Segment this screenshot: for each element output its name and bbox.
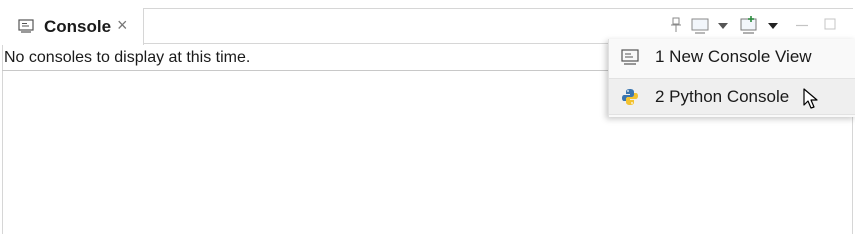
mouse-cursor-icon xyxy=(803,88,818,109)
close-icon[interactable]: × xyxy=(117,16,128,34)
tab-console[interactable]: Console × xyxy=(2,8,144,45)
maximize-icon[interactable] xyxy=(824,18,836,30)
menu-item-label: 1 New Console View xyxy=(655,47,812,66)
tab-label: Console xyxy=(44,17,112,36)
python-icon xyxy=(622,89,638,105)
pin-icon[interactable] xyxy=(670,17,682,33)
display-console-icon[interactable] xyxy=(691,18,709,34)
console-icon xyxy=(18,19,34,33)
dropdown-arrow-icon[interactable] xyxy=(718,23,728,30)
menu-item-label: 2 Python Console xyxy=(655,87,790,106)
console-view: Console × No consoles to display at this… xyxy=(0,0,855,234)
menu-item-new-console-view[interactable]: 1 New Console View xyxy=(609,39,855,76)
content-divider xyxy=(2,70,612,71)
open-console-icon[interactable] xyxy=(740,15,758,34)
dropdown-arrow-icon[interactable] xyxy=(768,23,778,30)
minimize-icon[interactable] xyxy=(796,24,808,27)
console-view-icon xyxy=(621,49,639,65)
empty-console-message: No consoles to display at this time. xyxy=(4,49,251,66)
